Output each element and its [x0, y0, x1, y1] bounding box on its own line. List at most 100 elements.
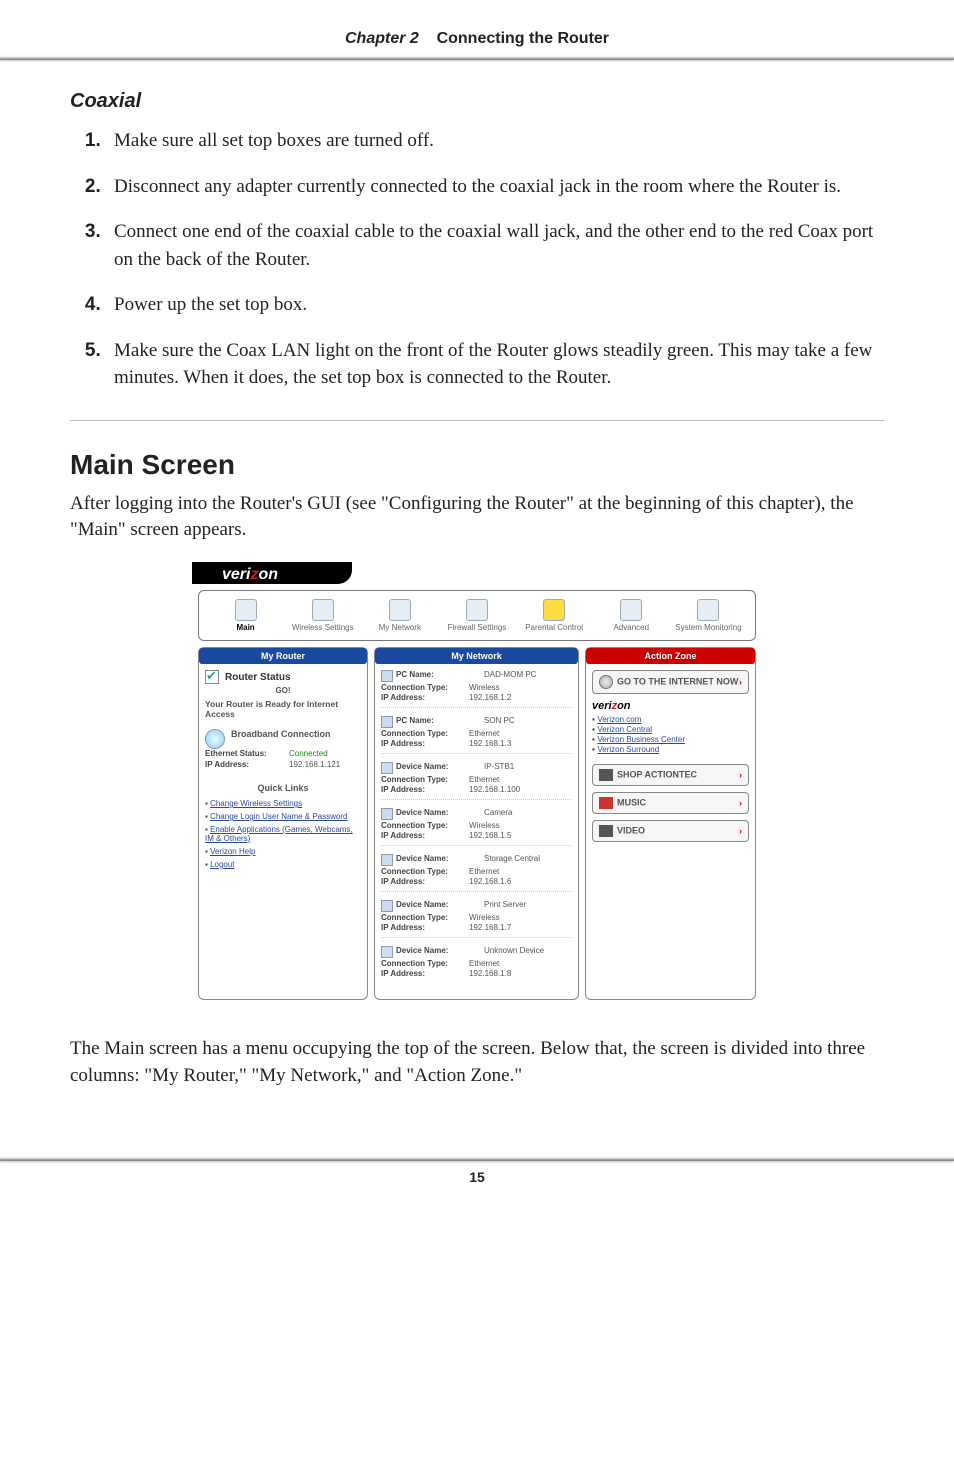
main-screen-intro: After logging into the Router's GUI (see… [70, 491, 884, 544]
ip-value: 192.168.1.121 [289, 760, 340, 769]
eth-status-value: Connected [289, 749, 328, 758]
music-icon [599, 797, 613, 809]
device-ip: 192.168.1.5 [469, 831, 572, 840]
chevron-right-icon: › [739, 798, 742, 808]
device-icon [381, 854, 393, 866]
check-icon [205, 670, 219, 684]
vz-link-surround[interactable]: Verizon Surround [592, 744, 749, 754]
device-ip: 192.168.1.7 [469, 923, 572, 932]
action-zone-header: Action Zone [586, 648, 755, 664]
ql-help[interactable]: Verizon Help [205, 847, 361, 856]
firewall-icon [466, 599, 488, 621]
device-conn-type: Wireless [469, 821, 572, 830]
ready-text: Your Router is Ready for Internet Access [205, 699, 361, 719]
device-conn-type: Wireless [469, 913, 572, 922]
wireless-icon [312, 599, 334, 621]
video-button[interactable]: VIDEO› [592, 820, 749, 842]
chapter-label: Chapter 2 [345, 30, 419, 47]
device-entry: Device Name:Print ServerConnection Type:… [381, 900, 572, 938]
chevron-right-icon: › [739, 826, 742, 836]
header-rule [0, 56, 954, 60]
device-ip: 192.168.1.8 [469, 969, 572, 978]
section-divider [70, 420, 884, 421]
shop-button[interactable]: SHOP ACTIONTEC› [592, 764, 749, 786]
device-icon [381, 946, 393, 958]
globe-icon [599, 675, 613, 689]
lock-icon [543, 599, 565, 621]
my-network-column: My Network PC Name:DAD-MOM PCConnection … [374, 647, 579, 1000]
quick-links-heading: Quick Links [205, 783, 361, 793]
device-name: Unknown Device [484, 946, 572, 958]
advanced-icon [620, 599, 642, 621]
device-ip: 192.168.1.100 [469, 785, 572, 794]
ql-logout[interactable]: Logout [205, 860, 361, 869]
device-entry: PC Name:DAD-MOM PCConnection Type:Wirele… [381, 670, 572, 708]
page-header: Chapter 2 Connecting the Router [0, 0, 954, 56]
nav-wireless[interactable]: Wireless Settings [284, 597, 361, 634]
my-router-header: My Router [199, 648, 367, 664]
device-name: Print Server [484, 900, 572, 912]
step-1: Make sure all set top boxes are turned o… [106, 127, 884, 155]
device-name: Storage Central [484, 854, 572, 866]
device-name: DAD-MOM PC [484, 670, 572, 682]
video-icon [599, 825, 613, 837]
broadband-label: Broadband Connection [205, 729, 361, 739]
monitoring-icon [697, 599, 719, 621]
device-icon [381, 716, 393, 728]
nav-mynetwork[interactable]: My Network [361, 597, 438, 634]
verizon-logo: verizon [192, 562, 352, 584]
my-network-header: My Network [375, 648, 578, 664]
go-label[interactable]: GO! [205, 686, 361, 695]
ql-wireless[interactable]: Change Wireless Settings [205, 799, 361, 808]
ql-login[interactable]: Change Login User Name & Password [205, 812, 361, 821]
device-name: SON PC [484, 716, 572, 728]
top-nav: Main Wireless Settings My Network Firewa… [198, 590, 756, 641]
broadband-icon [205, 729, 225, 749]
vz-link-business[interactable]: Verizon Business Center [592, 734, 749, 744]
device-conn-type: Ethernet [469, 959, 572, 968]
device-entry: PC Name:SON PCConnection Type:EthernetIP… [381, 716, 572, 754]
device-icon [381, 900, 393, 912]
nav-monitoring[interactable]: System Monitoring [670, 597, 747, 634]
verizon-small-logo: verizon [592, 700, 749, 712]
main-screen-outro: The Main screen has a menu occupying the… [70, 1036, 884, 1089]
nav-parental[interactable]: Parental Control [516, 597, 593, 634]
nav-advanced[interactable]: Advanced [593, 597, 670, 634]
device-conn-type: Ethernet [469, 729, 572, 738]
step-4: Power up the set top box. [106, 291, 884, 319]
ql-apps[interactable]: Enable Applications (Games, Webcams, IM … [205, 825, 361, 843]
chapter-title: Connecting the Router [437, 30, 609, 47]
device-conn-type: Wireless [469, 683, 572, 692]
router-main-screenshot: verizon Main Wireless Settings My Networ… [192, 562, 762, 1006]
cart-icon [599, 769, 613, 781]
my-router-column: My Router Router Status GO! Your Router … [198, 647, 368, 1000]
step-2: Disconnect any adapter currently connect… [106, 173, 884, 201]
step-5: Make sure the Coax LAN light on the fron… [106, 337, 884, 392]
device-ip: 192.168.1.3 [469, 739, 572, 748]
device-conn-type: Ethernet [469, 867, 572, 876]
device-entry: Device Name:IP-STB1Connection Type:Ether… [381, 762, 572, 800]
go-internet-button[interactable]: GO TO THE INTERNET NOW› [592, 670, 749, 694]
main-screen-heading: Main Screen [70, 449, 884, 481]
main-icon [235, 599, 257, 621]
router-status-label: Router Status [225, 672, 291, 683]
device-entry: Device Name:Storage CentralConnection Ty… [381, 854, 572, 892]
vz-link-central[interactable]: Verizon Central [592, 724, 749, 734]
music-button[interactable]: MUSIC› [592, 792, 749, 814]
nav-main[interactable]: Main [207, 597, 284, 634]
coaxial-heading: Coaxial [70, 90, 884, 113]
device-entry: Device Name:CameraConnection Type:Wirele… [381, 808, 572, 846]
eth-status-label: Ethernet Status: [205, 749, 289, 758]
device-name: Camera [484, 808, 572, 820]
device-ip: 192.168.1.6 [469, 877, 572, 886]
device-conn-type: Ethernet [469, 775, 572, 784]
device-icon [381, 670, 393, 682]
device-entry: Device Name:Unknown DeviceConnection Typ… [381, 946, 572, 983]
device-ip: 192.168.1.2 [469, 693, 572, 702]
vz-link-com[interactable]: Verizon.com [592, 714, 749, 724]
page-number: 15 [0, 1161, 954, 1215]
nav-firewall[interactable]: Firewall Settings [438, 597, 515, 634]
coaxial-steps: Make sure all set top boxes are turned o… [70, 127, 884, 392]
chevron-right-icon: › [739, 677, 742, 687]
device-icon [381, 808, 393, 820]
